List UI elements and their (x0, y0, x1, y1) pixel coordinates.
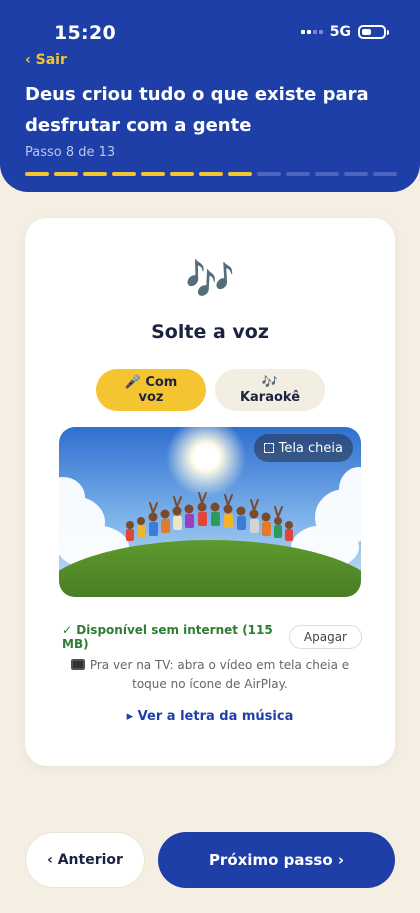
step-label: Passo 8 de 13 (25, 145, 116, 160)
progress-segment (373, 172, 397, 176)
offline-row: ✓ Disponível sem internet (115 MB) Apaga… (62, 623, 362, 651)
tv-note-text: Pra ver na TV: abra o vídeo em tela chei… (89, 658, 350, 691)
progress-segment (199, 172, 223, 176)
progress-segment (344, 172, 368, 176)
delete-download-button[interactable]: Apagar (288, 625, 362, 649)
network-label: 5G (329, 24, 351, 40)
progress-segment (315, 172, 339, 176)
signal-icon (300, 30, 323, 34)
exit-link[interactable]: ‹ Sair (25, 52, 67, 68)
status-indicators: 5G (300, 24, 389, 40)
progress-segment (286, 172, 310, 176)
progress-segment (25, 172, 49, 176)
progress-segment (112, 172, 136, 176)
progress-segment (228, 172, 252, 176)
battery-icon (358, 25, 389, 39)
fullscreen-button[interactable]: Tela cheia (253, 434, 353, 462)
lyrics-link[interactable]: ▸ Ver a letra da música (25, 709, 395, 724)
progress-segment (141, 172, 165, 176)
with-voice-button[interactable]: 🎤 Com voz (96, 369, 206, 411)
activity-title: Solte a voz (151, 321, 269, 343)
status-bar: 15:20 5G (0, 0, 420, 50)
previous-button[interactable]: ‹ Anterior (25, 832, 145, 888)
next-step-button[interactable]: Próximo passo › (158, 832, 395, 888)
progress-segment (257, 172, 281, 176)
tv-note: Pra ver na TV: abra o vídeo em tela chei… (55, 656, 365, 694)
progress-segment (54, 172, 78, 176)
fullscreen-icon (263, 443, 274, 453)
status-time: 15:20 (54, 22, 116, 44)
header: 15:20 5G ‹ Sair Deus criou tudo o que ex… (0, 0, 420, 192)
progress-segment (83, 172, 107, 176)
progress-segment (170, 172, 194, 176)
tv-icon (70, 659, 85, 670)
fullscreen-label: Tela cheia (278, 440, 343, 456)
karaoke-button[interactable]: 🎶 Karaokê (215, 369, 325, 411)
video-player[interactable]: Tela cheia (59, 427, 361, 597)
activity-card: 🎶 Solte a voz 🎤 Com voz 🎶 Karaokê Tela c… (25, 218, 395, 766)
progress-bar (25, 172, 397, 176)
offline-status: ✓ Disponível sem internet (115 MB) (62, 623, 273, 651)
music-notes-icon: 🎶 (185, 257, 235, 303)
lesson-title: Deus criou tudo o que existe para desfru… (25, 84, 369, 136)
audio-mode-toggle: 🎤 Com voz 🎶 Karaokê (96, 369, 325, 411)
